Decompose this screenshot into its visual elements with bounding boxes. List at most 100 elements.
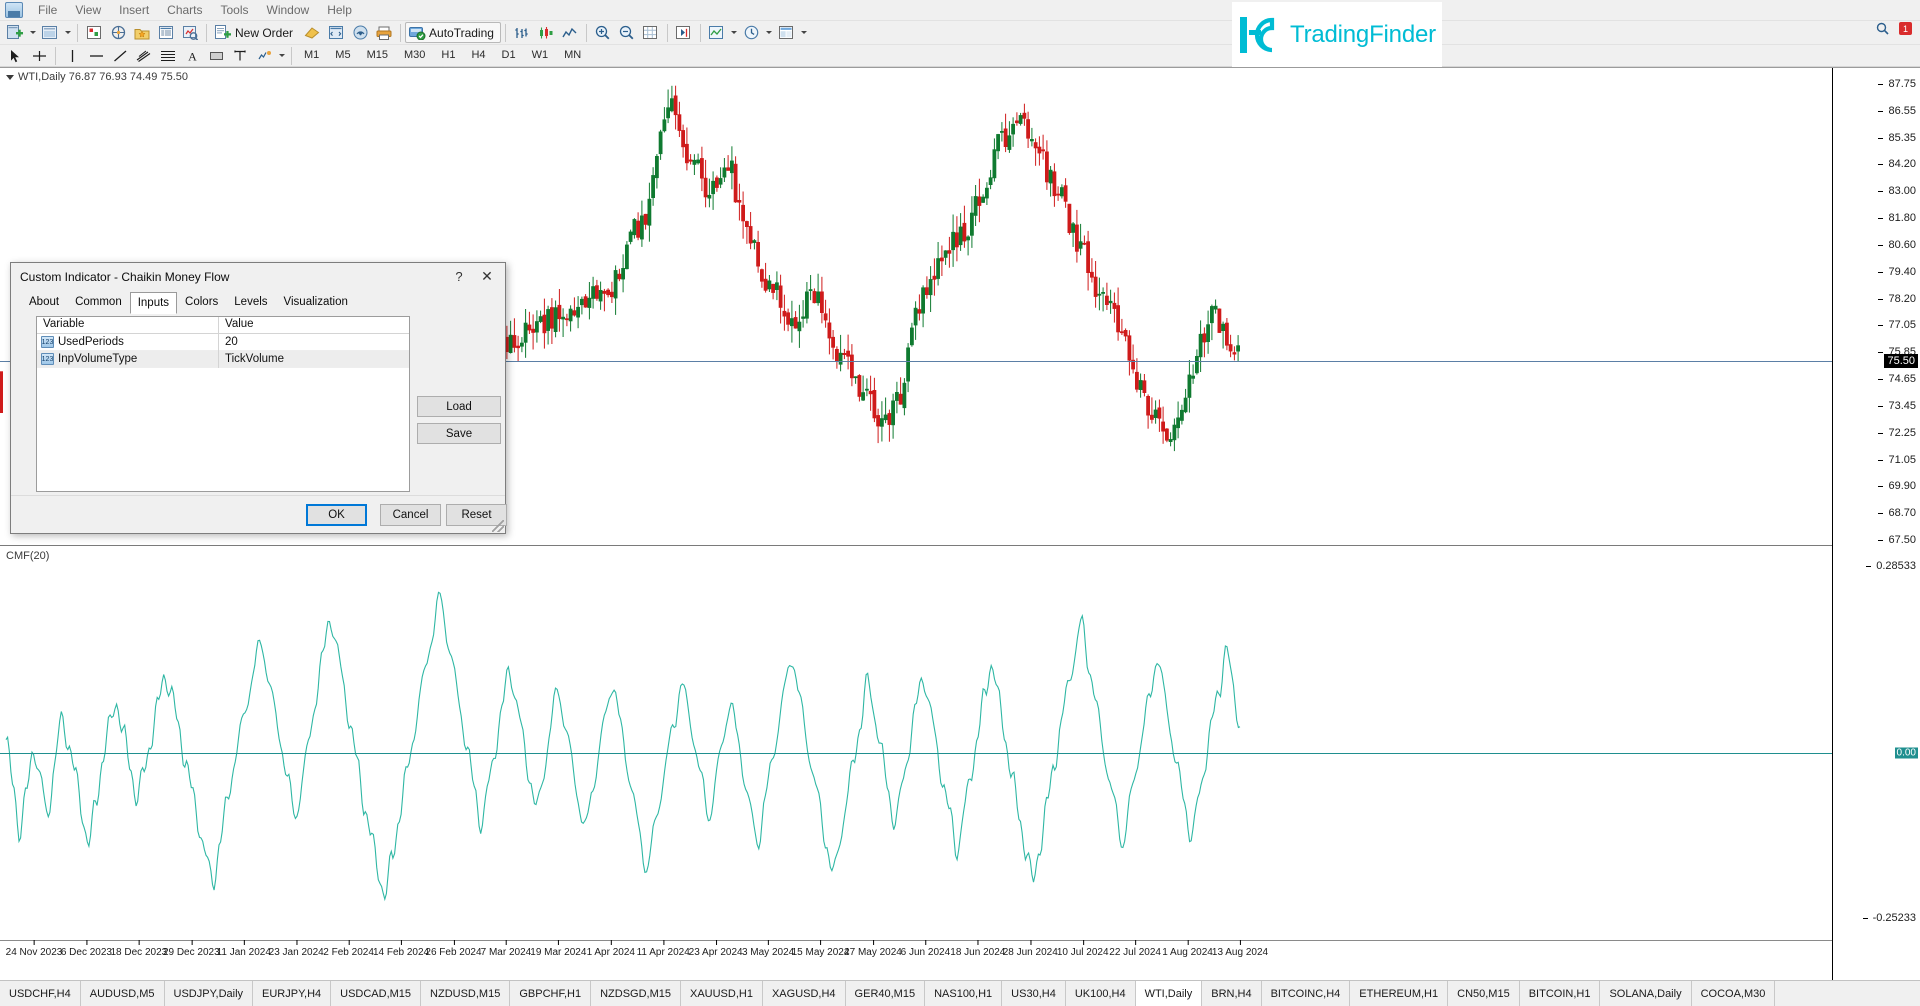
symbol-tab[interactable]: EURJPY,H4 [253, 981, 331, 1006]
symbol-tab[interactable]: NAS100,H1 [925, 981, 1002, 1006]
zoom-out-icon[interactable] [616, 22, 638, 43]
tab-about[interactable]: About [21, 292, 67, 313]
trendline-icon[interactable] [109, 45, 131, 66]
symbol-tab[interactable]: WTI,Daily [1136, 981, 1203, 1006]
data-window-icon[interactable] [155, 22, 177, 43]
symbol-tab[interactable]: USDJPY,Daily [165, 981, 254, 1006]
cancel-button[interactable]: Cancel [380, 504, 441, 526]
symbol-tab[interactable]: BITCOIN,H1 [1520, 981, 1601, 1006]
symbol-tab[interactable]: XAUUSD,H1 [681, 981, 763, 1006]
table-row[interactable]: 123 InpVolumeType TickVolume [37, 351, 409, 368]
shapes-dropdown-icon[interactable] [276, 45, 287, 66]
load-button[interactable]: Load [417, 396, 501, 417]
inputs-grid[interactable]: Variable Value 123 UsedPeriods 20 123 In… [36, 316, 410, 492]
symbol-tab[interactable]: SOLANA,Daily [1600, 981, 1691, 1006]
symbol-tab[interactable]: BITCOINC,H4 [1262, 981, 1351, 1006]
periods-dropdown-icon[interactable] [764, 22, 775, 43]
price-axis[interactable]: 87.7586.5585.3584.2083.0081.8080.6079.40… [1832, 68, 1920, 980]
shapes-icon[interactable] [253, 45, 275, 66]
text-icon[interactable]: A [181, 45, 203, 66]
symbol-tab[interactable]: USDCHF,H4 [0, 981, 81, 1006]
templates-icon[interactable] [776, 22, 798, 43]
symbol-tab[interactable]: NZDSGD,M15 [591, 981, 681, 1006]
symbol-tab[interactable]: CN50,M15 [1448, 981, 1520, 1006]
auto-scroll-icon[interactable] [673, 22, 695, 43]
close-icon[interactable]: ✕ [473, 267, 501, 287]
symbol-tab[interactable]: NZDUSD,M15 [421, 981, 510, 1006]
resize-grip[interactable] [492, 520, 504, 532]
dialog-title-bar[interactable]: Custom Indicator - Chaikin Money Flow ? … [11, 263, 505, 291]
menu-item-charts[interactable]: Charts [158, 1, 211, 20]
crosshair-icon[interactable] [28, 45, 50, 66]
zoom-in-icon[interactable] [592, 22, 614, 43]
navigator-icon[interactable] [107, 22, 129, 43]
new-order-button[interactable]: New Order [211, 22, 300, 43]
symbol-tab[interactable]: ETHEREUM,H1 [1350, 981, 1448, 1006]
time-axis[interactable]: 24 Nov 20236 Dec 202318 Dec 202329 Dec 2… [0, 940, 1920, 965]
dialog-tab-strip[interactable]: About Common Inputs Colors Levels Visual… [21, 293, 505, 313]
collapse-triangle-icon[interactable] [6, 75, 14, 80]
line-chart-icon[interactable] [559, 22, 581, 43]
tab-colors[interactable]: Colors [177, 292, 226, 313]
symbol-tab[interactable]: UK100,H4 [1066, 981, 1136, 1006]
timeframe-m15[interactable]: M15 [360, 46, 395, 65]
bar-chart-icon[interactable] [511, 22, 533, 43]
equidistant-channel-icon[interactable] [133, 45, 155, 66]
timeframe-m1[interactable]: M1 [297, 46, 326, 65]
table-row[interactable]: 123 UsedPeriods 20 [37, 334, 409, 351]
text-label-icon[interactable] [229, 45, 251, 66]
tab-inputs[interactable]: Inputs [130, 292, 177, 314]
symbol-tab[interactable]: USDCAD,M15 [331, 981, 421, 1006]
indicators-dropdown-icon[interactable] [729, 22, 740, 43]
periods-icon[interactable] [741, 22, 763, 43]
tab-common[interactable]: Common [67, 292, 130, 313]
timeframe-d1[interactable]: D1 [495, 46, 523, 65]
favorites-icon[interactable] [131, 22, 153, 43]
market-watch-icon[interactable] [83, 22, 105, 43]
cmf-indicator-pane[interactable]: CMF(20) [0, 548, 1920, 933]
terminal-icon[interactable] [179, 22, 201, 43]
timeframe-h4[interactable]: H4 [464, 46, 492, 65]
profiles-icon[interactable] [39, 22, 61, 43]
timeframe-mn[interactable]: MN [557, 46, 588, 65]
symbol-tab[interactable]: GBPCHF,H1 [510, 981, 591, 1006]
templates-dropdown-icon[interactable] [799, 22, 810, 43]
symbol-tab[interactable]: US30,H4 [1002, 981, 1066, 1006]
candlestick-chart-icon[interactable] [535, 22, 557, 43]
tab-visualization[interactable]: Visualization [276, 292, 356, 313]
menu-item-help[interactable]: Help [318, 1, 361, 20]
timeframe-m30[interactable]: M30 [397, 46, 432, 65]
search-icon[interactable] [1876, 22, 1889, 35]
new-chart-dropdown-icon[interactable] [27, 22, 38, 43]
label-icon[interactable] [205, 45, 227, 66]
cursor-icon[interactable] [4, 45, 26, 66]
help-icon[interactable]: ? [445, 267, 473, 287]
strategy-tester-icon[interactable] [301, 22, 323, 43]
indicators-icon[interactable] [706, 22, 728, 43]
input-value-cell[interactable]: TickVolume [219, 353, 409, 365]
custom-indicator-dialog[interactable]: Custom Indicator - Chaikin Money Flow ? … [10, 262, 506, 534]
ok-button[interactable]: OK [306, 504, 367, 526]
menu-item-tools[interactable]: Tools [212, 1, 258, 20]
grid-icon[interactable] [640, 22, 662, 43]
profiles-dropdown-icon[interactable] [62, 22, 73, 43]
symbol-tab[interactable]: GER40,M15 [846, 981, 926, 1006]
timeframe-h1[interactable]: H1 [434, 46, 462, 65]
new-chart-icon[interactable] [4, 22, 26, 43]
menu-item-file[interactable]: File [29, 1, 66, 20]
vertical-line-icon[interactable] [61, 45, 83, 66]
symbol-tab-bar[interactable]: USDCHF,H4AUDUSD,M5USDJPY,DailyEURJPY,H4U… [0, 980, 1920, 1006]
symbol-tab[interactable]: BRN,H4 [1202, 981, 1261, 1006]
signals-icon[interactable] [349, 22, 371, 43]
symbol-tab[interactable]: AUDUSD,M5 [81, 981, 165, 1006]
autotrading-button[interactable]: AutoTrading [405, 22, 501, 43]
symbol-tab[interactable]: COCOA,M30 [1692, 981, 1776, 1006]
input-value-cell[interactable]: 20 [219, 336, 409, 348]
fibonacci-retracement-icon[interactable] [157, 45, 179, 66]
timeframe-w1[interactable]: W1 [525, 46, 556, 65]
timeframe-m5[interactable]: M5 [328, 46, 357, 65]
tab-levels[interactable]: Levels [226, 292, 275, 313]
menu-item-insert[interactable]: Insert [110, 1, 158, 20]
symbol-tab[interactable]: XAGUSD,H4 [763, 981, 846, 1006]
save-button[interactable]: Save [417, 423, 501, 444]
